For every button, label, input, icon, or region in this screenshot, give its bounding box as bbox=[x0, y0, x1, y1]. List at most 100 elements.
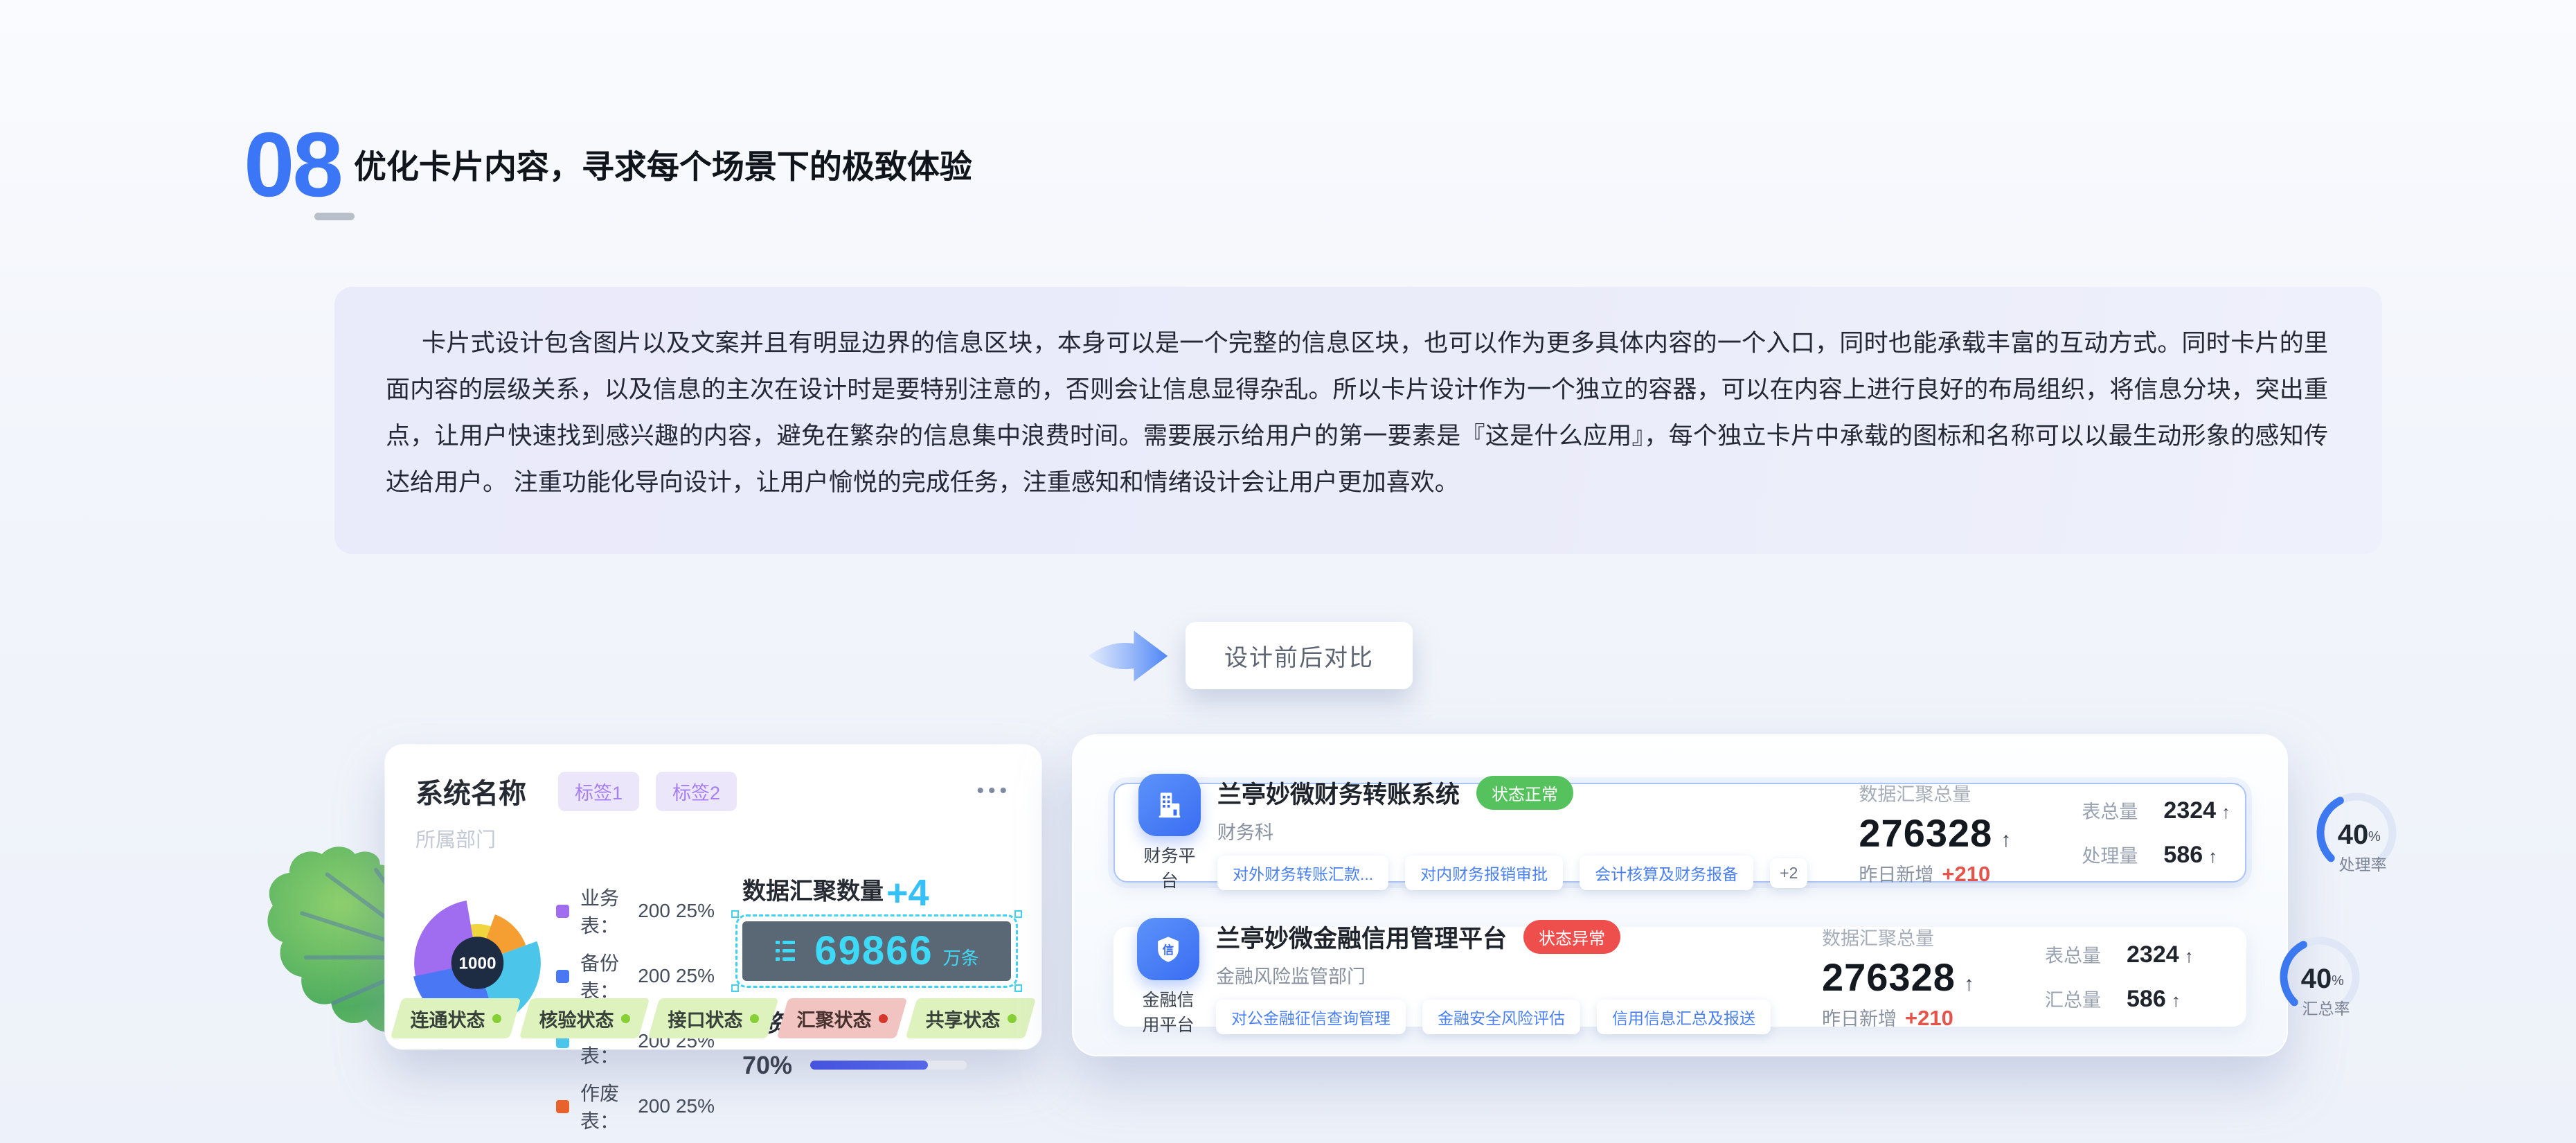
gauge-unit: % bbox=[2368, 829, 2381, 844]
more-icon[interactable]: ••• bbox=[976, 779, 1011, 803]
up-arrow-icon: ↑ bbox=[2001, 829, 2011, 852]
app-tag-more[interactable]: +2 bbox=[1770, 858, 1807, 888]
app-info: 兰亭妙微财务转账系统 状态正常 财务科 对外财务转账汇款... 对内财务报销审批… bbox=[1217, 775, 1807, 890]
app-tag-line: 对公金融征信查询管理 金融安全风险评估 信用信息汇总及报送 bbox=[1216, 1000, 1771, 1034]
cloud-usage-bar bbox=[810, 1061, 967, 1070]
up-arrow-icon: ↑ bbox=[2185, 946, 2194, 967]
app-title: 兰亭妙微金融信用管理平台 bbox=[1216, 919, 1507, 955]
yesterday-label: 昨日新增 bbox=[1822, 1004, 1897, 1031]
agg-value-box: 69866 万条 bbox=[742, 921, 1011, 981]
app-department: 金融风险监管部门 bbox=[1216, 962, 1771, 989]
status-dot bbox=[621, 1014, 630, 1023]
app-department: 财务科 bbox=[1217, 817, 1807, 844]
status-tag-aggregate[interactable]: 汇聚状态 bbox=[782, 998, 902, 1038]
legend-item: 作废表： 200 25% bbox=[556, 1079, 715, 1134]
cloud-usage-percent: 70% bbox=[742, 1051, 792, 1080]
app-tag[interactable]: 对公金融征信查询管理 bbox=[1216, 1000, 1406, 1034]
app-stats: 数据汇聚总量 276328 ↑ 昨日新增 +210 表总量 bbox=[1820, 779, 2422, 887]
up-arrow-icon: ↑ bbox=[2172, 990, 2181, 1011]
status-tag-label: 接口状态 bbox=[668, 1005, 743, 1032]
status-tag-label: 核验状态 bbox=[539, 1005, 614, 1032]
section-header: 08 优化卡片内容，寻求每个场景下的极致体验 bbox=[244, 119, 972, 211]
selection-handle[interactable] bbox=[731, 910, 739, 918]
mid-label: 汇总量 bbox=[2045, 985, 2117, 1012]
up-arrow-icon: ↑ bbox=[2221, 801, 2230, 823]
status-dot bbox=[879, 1014, 888, 1023]
status-tag-connect[interactable]: 连通状态 bbox=[396, 998, 515, 1038]
legend-value: 200 bbox=[638, 1095, 670, 1117]
legend-swatch bbox=[556, 1100, 569, 1113]
total-label: 数据汇聚总量 bbox=[1859, 779, 2082, 806]
cloud-usage-bar-fill bbox=[810, 1061, 928, 1070]
app-tag[interactable]: 对内财务报销审批 bbox=[1405, 856, 1563, 890]
app-row-credit[interactable]: 信 金融信用平台 兰亭妙微金融信用管理平台 状态异常 金融风险监管部门 对公金融… bbox=[1113, 927, 2246, 1027]
tag-1[interactable]: 标签1 bbox=[558, 772, 639, 811]
status-dot bbox=[750, 1014, 759, 1023]
shield-icon: 信 bbox=[1137, 918, 1199, 980]
app-row-finance[interactable]: 财务平台 兰亭妙微财务转账系统 状态正常 财务科 对外财务转账汇款... 对内财… bbox=[1113, 783, 2246, 883]
svg-text:信: 信 bbox=[1163, 943, 1174, 957]
app-info: 兰亭妙微金融信用管理平台 状态异常 金融风险监管部门 对公金融征信查询管理 金融… bbox=[1216, 919, 1771, 1034]
data-list-icon bbox=[774, 937, 805, 965]
legend-item: 备份表： 200 25% bbox=[556, 948, 715, 1004]
page: 08 优化卡片内容，寻求每个场景下的极致体验 卡片式设计包含图片以及文案并且有明… bbox=[0, 0, 2576, 1143]
app-tag[interactable]: 信用信息汇总及报送 bbox=[1597, 1000, 1771, 1034]
system-card-header: 系统名称 标签1 标签2 ••• bbox=[415, 771, 1011, 811]
agg-value-selection[interactable]: 69866 万条 bbox=[742, 921, 1011, 981]
gauge-unit: % bbox=[2332, 973, 2344, 989]
platform-label: 财务平台 bbox=[1138, 842, 1201, 892]
app-tag[interactable]: 会计核算及财务报备 bbox=[1580, 856, 1753, 890]
legend-label: 作废表： bbox=[580, 1079, 632, 1134]
agg-count-label: 数据汇聚数量 bbox=[742, 872, 884, 906]
intro-paragraph: 卡片式设计包含图片以及文案并且有明显边界的信息区块，本身可以是一个完整的信息区块… bbox=[334, 287, 2382, 506]
mid-value: 586 bbox=[2163, 842, 2203, 869]
status-tag-share[interactable]: 共享状态 bbox=[911, 998, 1030, 1038]
mid-label: 处理量 bbox=[2082, 841, 2154, 868]
section-number-dash bbox=[314, 213, 355, 220]
mid-value: 2324 bbox=[2163, 797, 2216, 824]
mid-label: 表总量 bbox=[2045, 941, 2117, 968]
app-tag[interactable]: 金融安全风险评估 bbox=[1422, 1000, 1580, 1034]
agg-count-delta: +4 bbox=[886, 876, 929, 910]
status-dot bbox=[492, 1014, 501, 1023]
total-value: 276328 bbox=[1859, 810, 1992, 856]
status-badge: 状态异常 bbox=[1523, 920, 1620, 954]
legend-value: 200 bbox=[638, 900, 670, 922]
gauge-percent: 40 bbox=[2301, 964, 2332, 994]
mid-label: 表总量 bbox=[2082, 797, 2154, 824]
status-tag-interface[interactable]: 接口状态 bbox=[654, 998, 773, 1038]
up-arrow-icon: ↑ bbox=[1964, 973, 1974, 996]
legend-percent: 25% bbox=[676, 965, 715, 987]
arrow-right-icon bbox=[1086, 624, 1170, 688]
selection-handle[interactable] bbox=[1014, 910, 1022, 918]
system-name: 系统名称 bbox=[415, 771, 526, 811]
intro-panel: 卡片式设计包含图片以及文案并且有明显边界的信息区块，本身可以是一个完整的信息区块… bbox=[334, 287, 2382, 554]
app-list-panel: 财务平台 兰亭妙微财务转账系统 状态正常 财务科 对外财务转账汇款... 对内财… bbox=[1072, 734, 2288, 1056]
department-label: 所属部门 bbox=[415, 824, 1011, 853]
selection-handle[interactable] bbox=[731, 984, 739, 992]
gauge-processing-rate: 40 % 处理率 bbox=[2291, 787, 2422, 878]
app-tag[interactable]: 对外财务转账汇款... bbox=[1217, 856, 1388, 890]
tag-2[interactable]: 标签2 bbox=[656, 772, 737, 811]
system-tags: 标签1 标签2 bbox=[558, 772, 737, 811]
legend-label: 业务表： bbox=[580, 883, 632, 939]
up-arrow-icon: ↑ bbox=[2208, 846, 2217, 867]
yesterday-delta: +210 bbox=[1942, 862, 1990, 887]
gauge-label: 处理率 bbox=[2339, 856, 2387, 874]
compare-button[interactable]: 设计前后对比 bbox=[1186, 622, 1413, 689]
app-title: 兰亭妙微财务转账系统 bbox=[1217, 775, 1460, 810]
building-icon bbox=[1138, 774, 1201, 836]
status-tag-label: 连通状态 bbox=[411, 1005, 485, 1032]
app-tag-line: 对外财务转账汇款... 对内财务报销审批 会计核算及财务报备 +2 bbox=[1217, 856, 1807, 890]
app-stats: 数据汇聚总量 276328 ↑ 昨日新增 +210 表总量 bbox=[1783, 923, 2386, 1031]
section-number: 08 bbox=[244, 119, 341, 211]
legend-value: 200 bbox=[638, 965, 670, 987]
status-badge: 状态正常 bbox=[1476, 776, 1573, 810]
system-card: 系统名称 标签1 标签2 ••• 所属部门 1000 bbox=[385, 745, 1041, 1049]
total-value: 276328 bbox=[1822, 955, 1956, 1000]
gauge-label: 汇总率 bbox=[2302, 1000, 2350, 1018]
status-tag-verify[interactable]: 核验状态 bbox=[525, 998, 644, 1038]
selection-handle[interactable] bbox=[1014, 984, 1022, 992]
yesterday-delta: +210 bbox=[1905, 1006, 1953, 1031]
total-label: 数据汇聚总量 bbox=[1822, 923, 2045, 950]
